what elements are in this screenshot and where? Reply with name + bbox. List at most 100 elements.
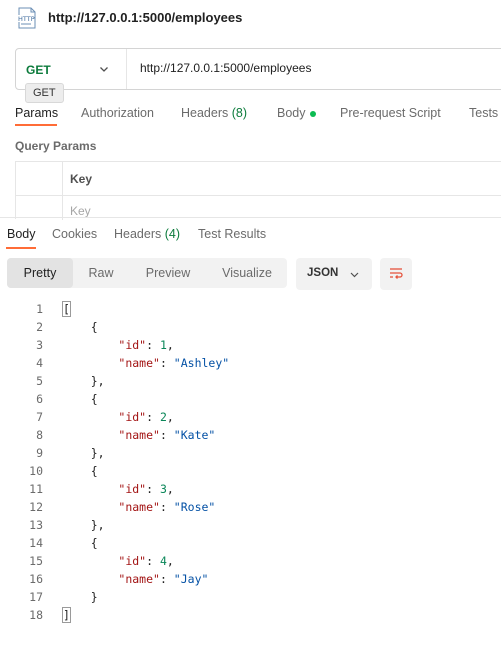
code-line: 10 { <box>0 462 501 480</box>
code-line: 12 "name": "Rose" <box>0 498 501 516</box>
code-line: 11 "id": 3, <box>0 480 501 498</box>
code-line: 3 "id": 1, <box>0 336 501 354</box>
tab-label: Pre-request Script <box>340 106 441 120</box>
tab-authorization[interactable]: Authorization <box>81 106 154 120</box>
column-divider <box>62 162 63 220</box>
line-number: 4 <box>36 356 43 370</box>
line-number: 6 <box>36 392 43 406</box>
line-number: 15 <box>29 554 43 568</box>
tab-cookies[interactable]: Cookies <box>52 227 97 241</box>
tab-response-headers[interactable]: Headers (4) <box>114 227 180 241</box>
view-visualize-button[interactable]: Visualize <box>211 258 283 288</box>
code-text: }, <box>63 446 105 460</box>
code-line: 13 }, <box>0 516 501 534</box>
tab-headers[interactable]: Headers (8) <box>181 106 247 120</box>
tab-label: Headers <box>181 106 229 120</box>
query-params-table: Key Key <box>15 161 501 220</box>
tab-tests[interactable]: Tests <box>469 106 498 120</box>
key-input[interactable]: Key <box>70 204 91 218</box>
tab-label: Cookies <box>52 227 98 241</box>
code-line: 5 }, <box>0 372 501 390</box>
code-line: 4 "name": "Ashley" <box>0 354 501 372</box>
line-number: 2 <box>36 320 43 334</box>
response-tabs: Body Cookies Headers (4) Test Results <box>0 220 501 250</box>
line-number: 13 <box>29 518 43 532</box>
code-line: 17 } <box>0 588 501 606</box>
line-number: 11 <box>29 482 43 496</box>
code-text: { <box>63 320 98 334</box>
code-text: }, <box>63 374 105 388</box>
line-number: 18 <box>29 608 43 622</box>
code-text: { <box>63 392 98 406</box>
svg-text:HTTP: HTTP <box>18 15 35 23</box>
tab-label: Body <box>7 227 36 241</box>
code-text: "name": "Jay" <box>118 572 209 586</box>
line-number: 3 <box>36 338 43 352</box>
headers-count: (8) <box>231 106 248 120</box>
code-text: "id": 1, <box>118 338 174 352</box>
query-params-label: Query Params <box>15 139 97 153</box>
line-number: 7 <box>36 410 43 424</box>
code-text: "id": 2, <box>118 410 174 424</box>
line-number: 17 <box>29 590 43 604</box>
body-indicator-dot <box>309 110 316 117</box>
code-text: ] <box>62 607 71 623</box>
code-line: 1[ <box>0 300 501 318</box>
request-title[interactable]: http://127.0.0.1:5000/employees <box>48 10 242 25</box>
format-label: JSON <box>307 267 339 279</box>
tab-response-body[interactable]: Body <box>7 227 36 241</box>
line-number: 9 <box>36 446 43 460</box>
request-title-bar: HTTP http://127.0.0.1:5000/employees <box>0 0 501 36</box>
code-line: 9 }, <box>0 444 501 462</box>
row-divider <box>16 195 501 196</box>
code-text: "name": "Ashley" <box>118 356 230 370</box>
http-icon: HTTP <box>17 7 36 29</box>
line-number: 12 <box>29 500 43 514</box>
code-line: 18] <box>0 606 501 624</box>
view-raw-button[interactable]: Raw <box>77 258 125 288</box>
code-text: "name": "Rose" <box>118 500 216 514</box>
code-line: 15 "id": 4, <box>0 552 501 570</box>
tab-label: Authorization <box>81 106 154 120</box>
tab-test-results[interactable]: Test Results <box>198 227 266 241</box>
code-text: } <box>63 590 98 604</box>
tab-label: Params <box>15 106 59 120</box>
code-text: "id": 4, <box>118 554 174 568</box>
chevron-down-icon <box>350 272 359 278</box>
active-tab-indicator <box>15 124 57 126</box>
pane-divider[interactable] <box>0 217 501 218</box>
line-number: 5 <box>36 374 43 388</box>
view-preview-button[interactable]: Preview <box>133 258 203 288</box>
request-tabs: Params Authorization Headers (8) Body Pr… <box>0 100 501 128</box>
code-line: 7 "id": 2, <box>0 408 501 426</box>
code-line: 6 { <box>0 390 501 408</box>
url-input[interactable]: http://127.0.0.1:5000/employees <box>140 61 311 75</box>
tab-pre-request-script[interactable]: Pre-request Script <box>340 106 441 120</box>
code-text: "id": 3, <box>118 482 174 496</box>
code-line: 16 "name": "Jay" <box>0 570 501 588</box>
tab-params[interactable]: Params <box>15 106 58 120</box>
active-tab-indicator <box>6 247 36 249</box>
tab-label: Test Results <box>198 227 267 241</box>
code-text: { <box>63 464 98 478</box>
wrap-lines-button[interactable] <box>380 258 412 290</box>
tab-body[interactable]: Body <box>277 106 316 120</box>
line-number: 8 <box>36 428 43 442</box>
tab-label: Headers <box>114 227 162 241</box>
code-line: 2 { <box>0 318 501 336</box>
wrap-lines-icon <box>390 268 403 279</box>
view-pretty-button[interactable]: Pretty <box>7 258 73 288</box>
headers-count: (4) <box>164 227 181 241</box>
key-column-header: Key <box>70 172 93 186</box>
line-number: 1 <box>36 302 43 316</box>
method-select[interactable]: GET <box>26 63 51 77</box>
tab-label: Tests <box>469 106 499 120</box>
line-number: 10 <box>29 464 43 478</box>
format-select[interactable]: JSON <box>296 258 372 290</box>
chevron-down-icon[interactable] <box>98 63 110 75</box>
line-number: 14 <box>29 536 43 550</box>
code-text: }, <box>63 518 105 532</box>
url-divider <box>126 49 127 89</box>
code-text: "name": "Kate" <box>118 428 216 442</box>
line-number: 16 <box>29 572 43 586</box>
